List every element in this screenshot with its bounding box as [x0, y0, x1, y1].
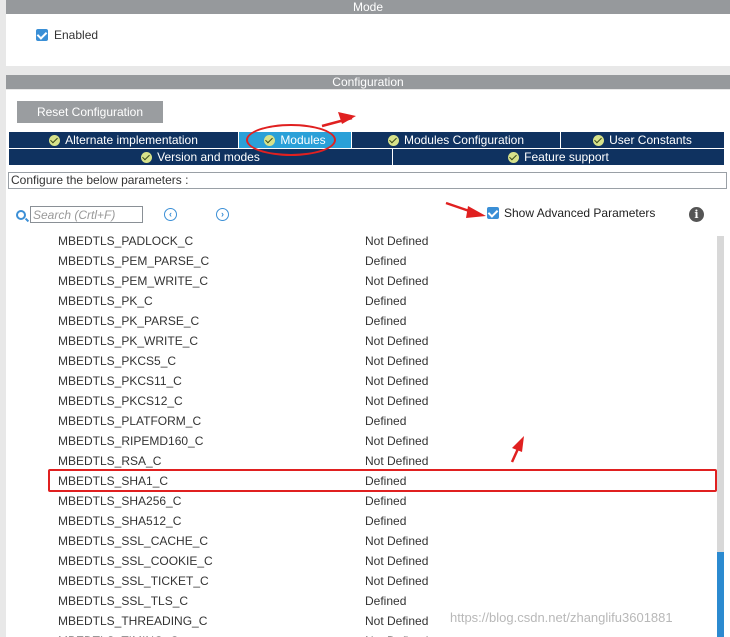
- param-value[interactable]: Not Defined: [365, 374, 428, 388]
- param-value[interactable]: Defined: [365, 494, 406, 508]
- table-row[interactable]: MBEDTLS_PEM_PARSE_C Defined: [8, 250, 718, 270]
- table-row[interactable]: MBEDTLS_PK_WRITE_C Not Defined: [8, 330, 718, 350]
- table-row[interactable]: MBEDTLS_PKCS5_C Not Defined: [8, 350, 718, 370]
- enabled-label: Enabled: [54, 28, 99, 42]
- param-name: MBEDTLS_PLATFORM_C: [58, 414, 202, 428]
- table-row[interactable]: MBEDTLS_SSL_CACHE_C Not Defined: [8, 530, 718, 550]
- table-row[interactable]: MBEDTLS_SHA256_C Defined: [8, 490, 718, 510]
- param-value[interactable]: Defined: [365, 314, 406, 328]
- table-row[interactable]: MBEDTLS_TIMING_CNot Defined: [8, 630, 718, 637]
- parameters-caption: Configure the below parameters :: [8, 172, 727, 189]
- param-value[interactable]: Not Defined: [365, 354, 428, 368]
- param-value[interactable]: Defined: [365, 254, 406, 268]
- table-row[interactable]: MBEDTLS_PEM_WRITE_C Not Defined: [8, 270, 718, 290]
- param-name: MBEDTLS_PADLOCK_C: [58, 234, 194, 248]
- param-name: MBEDTLS_PEM_PARSE_C: [58, 254, 210, 268]
- table-row[interactable]: MBEDTLS_RSA_C Not Defined: [8, 450, 718, 470]
- param-value[interactable]: Not Defined: [365, 614, 428, 628]
- search-icon: [16, 210, 26, 220]
- param-value[interactable]: Not Defined: [365, 334, 428, 348]
- param-name: MBEDTLS_SSL_CACHE_C: [58, 534, 209, 548]
- param-name: MBEDTLS_PK_WRITE_C: [58, 334, 199, 348]
- search-input[interactable]: [30, 206, 143, 223]
- table-row[interactable]: MBEDTLS_PLATFORM_C Defined: [8, 410, 718, 430]
- scrollbar-thumb[interactable]: [717, 552, 724, 637]
- parameter-list: MBEDTLS_PADLOCK_C Not Defined MBEDTLS_PEM_…: [8, 230, 718, 637]
- show-advanced-label: Show Advanced Parameters: [504, 206, 656, 220]
- reset-configuration-button[interactable]: Reset Configuration: [17, 101, 163, 123]
- tab-alternate-implementation[interactable]: Alternate implementation: [9, 132, 239, 149]
- param-value[interactable]: Not Defined: [365, 434, 428, 448]
- configuration-header: Configuration: [6, 75, 730, 89]
- param-name: MBEDTLS_SHA256_C: [58, 494, 182, 508]
- configuration-panel: Reset Configuration Alternate implementa…: [6, 90, 730, 637]
- check-circle-icon: [141, 151, 153, 163]
- tabs-row-2: Version and modes Feature support: [9, 149, 725, 166]
- check-circle-icon: [593, 134, 605, 146]
- table-row[interactable]: MBEDTLS_PKCS12_C Not Defined: [8, 390, 718, 410]
- param-name: MBEDTLS_SHA512_C: [58, 514, 182, 528]
- param-name: MBEDTLS_PKCS5_C: [58, 354, 177, 368]
- table-row[interactable]: MBEDTLS_SSL_TICKET_C Not Defined: [8, 570, 718, 590]
- tab-version-and-modes[interactable]: Version and modes: [9, 149, 393, 166]
- info-icon[interactable]: i: [689, 207, 704, 222]
- mode-header: Mode: [6, 0, 730, 14]
- tab-label: Modules Configuration: [403, 133, 525, 147]
- tab-label: Feature support: [524, 150, 609, 164]
- check-circle-icon: [508, 151, 520, 163]
- param-value[interactable]: Defined: [365, 594, 406, 608]
- param-value[interactable]: Not Defined: [365, 274, 428, 288]
- show-advanced-toggle[interactable]: Show Advanced Parameters: [487, 206, 655, 220]
- param-name: MBEDTLS_RSA_C: [58, 454, 162, 468]
- check-circle-icon: [387, 134, 399, 146]
- param-name: MBEDTLS_SSL_COOKIE_C: [58, 554, 213, 568]
- param-value[interactable]: Defined: [365, 414, 406, 428]
- tab-user-constants[interactable]: User Constants: [561, 132, 725, 149]
- param-name: MBEDTLS_RIPEMD160_C: [58, 434, 204, 448]
- check-circle-icon: [49, 134, 61, 146]
- param-value[interactable]: Not Defined: [365, 454, 428, 468]
- table-row[interactable]: MBEDTLS_PK_PARSE_C Defined: [8, 310, 718, 330]
- annotation-ellipse: [246, 124, 336, 156]
- param-name: MBEDTLS_PK_C: [58, 294, 153, 308]
- chevron-right-icon[interactable]: ›: [216, 208, 229, 221]
- table-row[interactable]: MBEDTLS_SSL_TLS_C Defined: [8, 590, 718, 610]
- enabled-checkbox[interactable]: [36, 29, 48, 41]
- param-value[interactable]: Not Defined: [365, 394, 428, 408]
- param-name: MBEDTLS_PK_PARSE_C: [58, 314, 200, 328]
- param-value[interactable]: Defined: [365, 514, 406, 528]
- param-value[interactable]: Not Defined: [365, 574, 428, 588]
- table-row[interactable]: MBEDTLS_SHA512_C Defined: [8, 510, 718, 530]
- param-value[interactable]: Not Defined: [365, 234, 428, 248]
- table-row[interactable]: MBEDTLS_RIPEMD160_C Not Defined: [8, 430, 718, 450]
- param-name: MBEDTLS_PKCS11_C: [58, 374, 182, 388]
- table-row[interactable]: MBEDTLS_PADLOCK_C Not Defined: [8, 230, 718, 250]
- tab-modules-configuration[interactable]: Modules Configuration: [352, 132, 561, 149]
- param-value[interactable]: Not Defined: [365, 534, 428, 548]
- tab-label: Version and modes: [157, 150, 260, 164]
- param-value[interactable]: Defined: [365, 294, 406, 308]
- config-tabs: Alternate implementation Modules Modules…: [9, 132, 725, 166]
- tab-label: User Constants: [609, 133, 692, 147]
- param-value[interactable]: Not Defined: [365, 554, 428, 568]
- tabs-row-1: Alternate implementation Modules Modules…: [9, 132, 725, 149]
- tab-label: Alternate implementation: [65, 133, 198, 147]
- table-row[interactable]: MBEDTLS_PKCS11_C Not Defined: [8, 370, 718, 390]
- show-advanced-checkbox[interactable]: [487, 207, 499, 219]
- tab-feature-support[interactable]: Feature support: [393, 149, 725, 166]
- param-name: MBEDTLS_SSL_TLS_C: [58, 594, 189, 608]
- param-name: MBEDTLS_SSL_TICKET_C: [58, 574, 209, 588]
- scrollbar[interactable]: [717, 236, 724, 637]
- param-name: MBEDTLS_PKCS12_C: [58, 394, 183, 408]
- param-name: MBEDTLS_PEM_WRITE_C: [58, 274, 209, 288]
- watermark: https://blog.csdn.net/zhanglifu3601881: [450, 610, 673, 625]
- enabled-checkbox-row[interactable]: Enabled: [36, 28, 98, 42]
- annotation-rectangle: [48, 469, 717, 492]
- chevron-left-icon[interactable]: ‹: [164, 208, 177, 221]
- table-row[interactable]: MBEDTLS_SSL_COOKIE_C Not Defined: [8, 550, 718, 570]
- param-name: MBEDTLS_THREADING_C: [58, 614, 208, 628]
- mode-panel: Enabled: [6, 14, 730, 66]
- table-row[interactable]: MBEDTLS_PK_C Defined: [8, 290, 718, 310]
